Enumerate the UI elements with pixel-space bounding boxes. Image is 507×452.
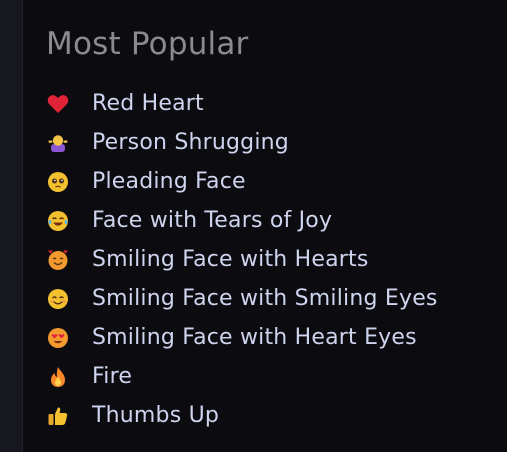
list-item-label: Pleading Face [92,169,246,194]
list-item[interactable]: Smiling Face with Heart Eyes [46,318,507,357]
fire-icon [46,365,70,389]
list-item[interactable]: Fire [46,357,507,396]
smiling-face-with-hearts-icon [46,248,70,272]
list-item-label: Red Heart [92,91,204,116]
list-item-label: Smiling Face with Heart Eyes [92,325,417,350]
list-item-label: Thumbs Up [92,403,220,428]
thumbs-up-icon [46,404,70,428]
list-item[interactable]: Smiling Face with Hearts [46,240,507,279]
tears-of-joy-icon [46,209,70,233]
list-item[interactable]: Pleading Face [46,162,507,201]
list-item-label: Smiling Face with Smiling Eyes [92,286,438,311]
list-item-label: Fire [92,364,133,389]
section-title: Most Popular [46,26,249,62]
red-heart-icon [46,92,70,116]
left-rail [0,0,23,452]
list-item[interactable]: Smiling Face with Smiling Eyes [46,279,507,318]
list-item[interactable]: Person Shrugging [46,123,507,162]
smiling-eyes-icon [46,287,70,311]
emoji-picker-window: Most Popular Red Heart Person Shrugging … [0,0,507,452]
pleading-face-icon [46,170,70,194]
list-item-label: Face with Tears of Joy [92,208,333,233]
list-item-label: Person Shrugging [92,130,289,155]
person-shrugging-icon [46,131,70,155]
list-item[interactable]: Red Heart [46,84,507,123]
emoji-panel: Most Popular Red Heart Person Shrugging … [22,0,507,452]
list-item[interactable]: Thumbs Up [46,396,507,435]
list-item[interactable]: Face with Tears of Joy [46,201,507,240]
emoji-list: Red Heart Person Shrugging Pleading Face… [46,84,507,435]
heart-eyes-icon [46,326,70,350]
list-item-label: Smiling Face with Hearts [92,247,369,272]
